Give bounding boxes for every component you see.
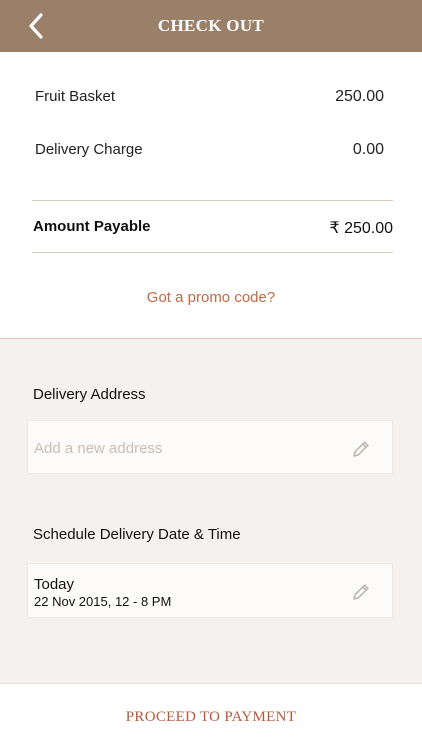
promo-code-link[interactable]: Got a promo code? — [0, 289, 422, 306]
order-summary: Fruit Basket 250.00 Delivery Charge 0.00… — [0, 52, 422, 339]
schedule-day: Today — [34, 576, 75, 593]
address-field[interactable]: Add a new address — [27, 420, 393, 474]
amount-payable-label: Amount Payable — [33, 218, 151, 235]
proceed-to-payment-button[interactable]: PROCEED TO PAYMENT — [0, 683, 422, 750]
item-value: 250.00 — [335, 88, 384, 105]
chevron-left-icon — [29, 13, 43, 39]
item-label: Fruit Basket — [35, 88, 116, 105]
pencil-icon[interactable] — [350, 438, 372, 460]
schedule-date-time: 22 Nov 2015, 12 - 8 PM — [34, 594, 172, 609]
divider — [32, 200, 393, 201]
delivery-address-label: Delivery Address — [33, 386, 146, 403]
item-value: 0.00 — [352, 141, 384, 158]
address-placeholder: Add a new address — [34, 440, 163, 457]
item-label: Delivery Charge — [35, 141, 143, 158]
top-bar: CHECK OUT — [0, 0, 422, 52]
schedule-delivery-label: Schedule Delivery Date & Time — [33, 526, 241, 543]
schedule-field[interactable]: Today 22 Nov 2015, 12 - 8 PM — [27, 563, 393, 618]
summary-item-delivery-charge: Delivery Charge 0.00 — [35, 141, 384, 159]
summary-item-fruit-basket: Fruit Basket 250.00 — [35, 88, 384, 106]
divider — [32, 252, 393, 253]
back-button[interactable] — [22, 12, 50, 40]
pencil-icon[interactable] — [350, 581, 372, 603]
page-title: CHECK OUT — [157, 16, 265, 35]
amount-payable-value: ₹ 250.00 — [329, 220, 393, 237]
amount-payable-row: Amount Payable ₹ 250.00 — [33, 218, 393, 238]
proceed-label: PROCEED TO PAYMENT — [125, 708, 297, 725]
